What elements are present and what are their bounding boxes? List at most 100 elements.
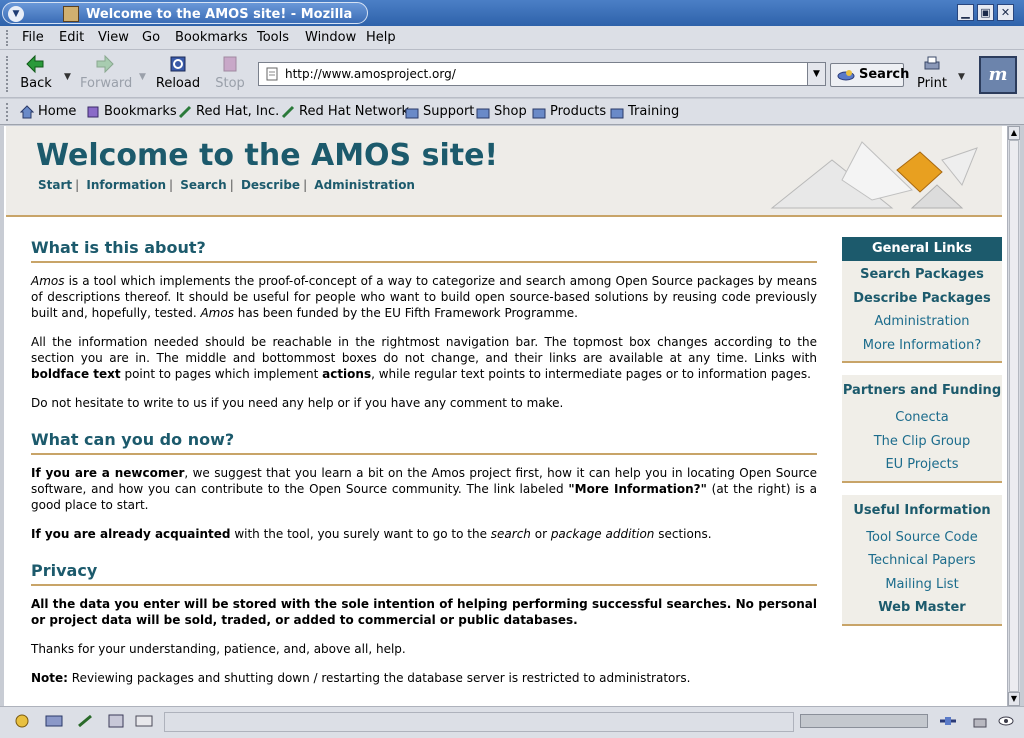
text-run: Reviewing packages and shutting down / r… — [67, 671, 691, 685]
pers-support[interactable]: Support — [405, 104, 474, 119]
stop-label: Stop — [215, 76, 245, 91]
text-run: All the information needed should be rea… — [31, 335, 817, 365]
security-icon[interactable] — [970, 713, 990, 729]
bookmark-link-icon — [281, 105, 295, 119]
nav-administration[interactable]: Administration — [314, 178, 415, 192]
nav-information[interactable]: Information — [86, 178, 166, 192]
nav-separator: | — [169, 178, 174, 192]
mozilla-throbber-icon[interactable]: m — [979, 56, 1017, 94]
search-icon — [837, 70, 855, 81]
navigator-icon[interactable] — [12, 713, 32, 729]
forward-dropdown-icon[interactable]: ▼ — [139, 72, 146, 82]
sidebar-link-mailing-list[interactable]: Mailing List — [842, 573, 1002, 597]
bold-text: boldface text — [31, 367, 121, 381]
about-paragraph-2: All the information needed should be rea… — [31, 334, 817, 382]
maximize-icon[interactable]: ▣ — [977, 4, 994, 21]
em-text: Amos — [200, 306, 234, 320]
nav-start[interactable]: Start — [38, 178, 72, 192]
sidebar-link-technical-papers[interactable]: Technical Papers — [842, 549, 1002, 573]
sidebar-link-eu-projects[interactable]: EU Projects — [842, 453, 1002, 477]
window-menu-icon[interactable]: ▼ — [8, 6, 24, 22]
scrollbar-thumb[interactable] — [1009, 140, 1019, 692]
address-book-icon[interactable] — [106, 713, 126, 729]
composer-icon[interactable] — [76, 713, 96, 729]
pers-home-label: Home — [38, 104, 77, 119]
pers-bookmarks[interactable]: Bookmarks — [86, 104, 177, 119]
main-column: What is this about? Amos is a tool which… — [31, 240, 817, 699]
print-button[interactable]: Print — [908, 54, 956, 91]
page-header: Welcome to the AMOS site! Start | Informa… — [6, 126, 1002, 217]
pers-bookmarks-label: Bookmarks — [104, 104, 177, 119]
privacy-eye-icon[interactable] — [996, 713, 1016, 729]
back-button[interactable]: Back — [12, 54, 60, 91]
top-navigation: Start | Information | Search | Describe | Ad… — [38, 178, 415, 192]
cando-paragraph-1: If you are a newcomer, we suggest that y… — [31, 465, 817, 513]
bold-text: If you are a newcomer — [31, 466, 185, 480]
toolbar-grip[interactable] — [6, 103, 10, 121]
scroll-up-icon[interactable]: ▲ — [1008, 126, 1020, 140]
text-run: or — [530, 527, 551, 541]
vertical-scrollbar[interactable]: ▲ ▼ — [1007, 126, 1020, 706]
pers-products[interactable]: Products — [532, 104, 606, 119]
sidebar-link-conecta[interactable]: Conecta — [842, 406, 1002, 430]
pers-home[interactable]: Home — [20, 104, 76, 119]
title-bar: ▼ Welcome to the AMOS site! - Mozilla ▁ … — [0, 0, 1024, 26]
back-dropdown-icon[interactable]: ▼ — [64, 72, 71, 82]
menu-window[interactable]: Window — [305, 30, 356, 45]
minimize-icon[interactable]: ▁ — [957, 4, 974, 21]
forward-label: Forward — [80, 76, 133, 91]
pers-redhat-network[interactable]: Red Hat Network — [281, 104, 409, 119]
sidebar-link-tool-source-code[interactable]: Tool Source Code — [842, 526, 1002, 550]
close-icon[interactable]: ✕ — [997, 4, 1014, 21]
pers-training[interactable]: Training — [610, 104, 679, 119]
about-paragraph-3: Do not hesitate to write to us if you ne… — [31, 396, 564, 410]
url-dropdown-icon[interactable]: ▼ — [807, 63, 825, 85]
pers-training-label: Training — [628, 104, 680, 119]
sidebar-gap — [842, 363, 1002, 375]
reload-button[interactable]: Reload — [154, 54, 202, 91]
em-text: search — [490, 527, 531, 541]
search-button[interactable]: Search — [830, 63, 909, 87]
pers-redhat-inc-label: Red Hat, Inc. — [196, 104, 280, 119]
sidebar-link-more-information[interactable]: More Information? — [842, 334, 1002, 358]
text-run: point to pages which implement — [120, 367, 323, 381]
section-title-about: What is this about? — [31, 240, 817, 263]
reload-label: Reload — [155, 76, 201, 91]
menu-go[interactable]: Go — [142, 30, 160, 45]
pers-support-label: Support — [423, 104, 475, 119]
nav-search[interactable]: Search — [180, 178, 226, 192]
pers-shop[interactable]: Shop — [476, 104, 527, 119]
sidebar-link-search-packages[interactable]: Search Packages — [842, 263, 1002, 287]
page-icon — [266, 67, 278, 81]
stop-button[interactable]: Stop — [206, 54, 254, 91]
toolbar-grip[interactable] — [6, 56, 10, 92]
print-dropdown-icon[interactable]: ▼ — [958, 72, 965, 82]
sidebar-link-web-master[interactable]: Web Master — [842, 596, 1002, 620]
menu-file[interactable]: File — [22, 30, 44, 45]
menu-help[interactable]: Help — [366, 30, 396, 45]
irc-chat-icon[interactable] — [134, 713, 154, 729]
menu-bar: File Edit View Go Bookmarks Tools Window… — [0, 26, 1024, 50]
sidebar-gap — [842, 482, 1002, 495]
sidebar-general-links: Search Packages Describe Packages Admini… — [842, 261, 1002, 363]
sidebar-link-clip-group[interactable]: The Clip Group — [842, 430, 1002, 454]
menu-edit[interactable]: Edit — [59, 30, 84, 45]
menu-view[interactable]: View — [98, 30, 129, 45]
text-run: sections. — [654, 527, 712, 541]
pers-shop-label: Shop — [494, 104, 527, 119]
nav-describe[interactable]: Describe — [241, 178, 300, 192]
menu-tools[interactable]: Tools — [257, 30, 289, 45]
sidebar-link-administration[interactable]: Administration — [842, 310, 1002, 334]
bold-text: If you are already acquainted — [31, 527, 231, 541]
scroll-down-icon[interactable]: ▼ — [1008, 692, 1020, 706]
status-bar — [0, 706, 1024, 738]
forward-button[interactable]: Forward — [80, 54, 132, 91]
url-text[interactable]: http://www.amosproject.org/ — [285, 67, 456, 81]
url-bar[interactable]: http://www.amosproject.org/ ▼ — [258, 62, 826, 86]
toolbar-grip[interactable] — [6, 30, 10, 46]
online-status-icon[interactable] — [938, 713, 958, 729]
mail-icon[interactable] — [44, 713, 64, 729]
pers-redhat-inc[interactable]: Red Hat, Inc. — [178, 104, 279, 119]
menu-bookmarks[interactable]: Bookmarks — [175, 30, 248, 45]
sidebar-link-describe-packages[interactable]: Describe Packages — [842, 287, 1002, 311]
